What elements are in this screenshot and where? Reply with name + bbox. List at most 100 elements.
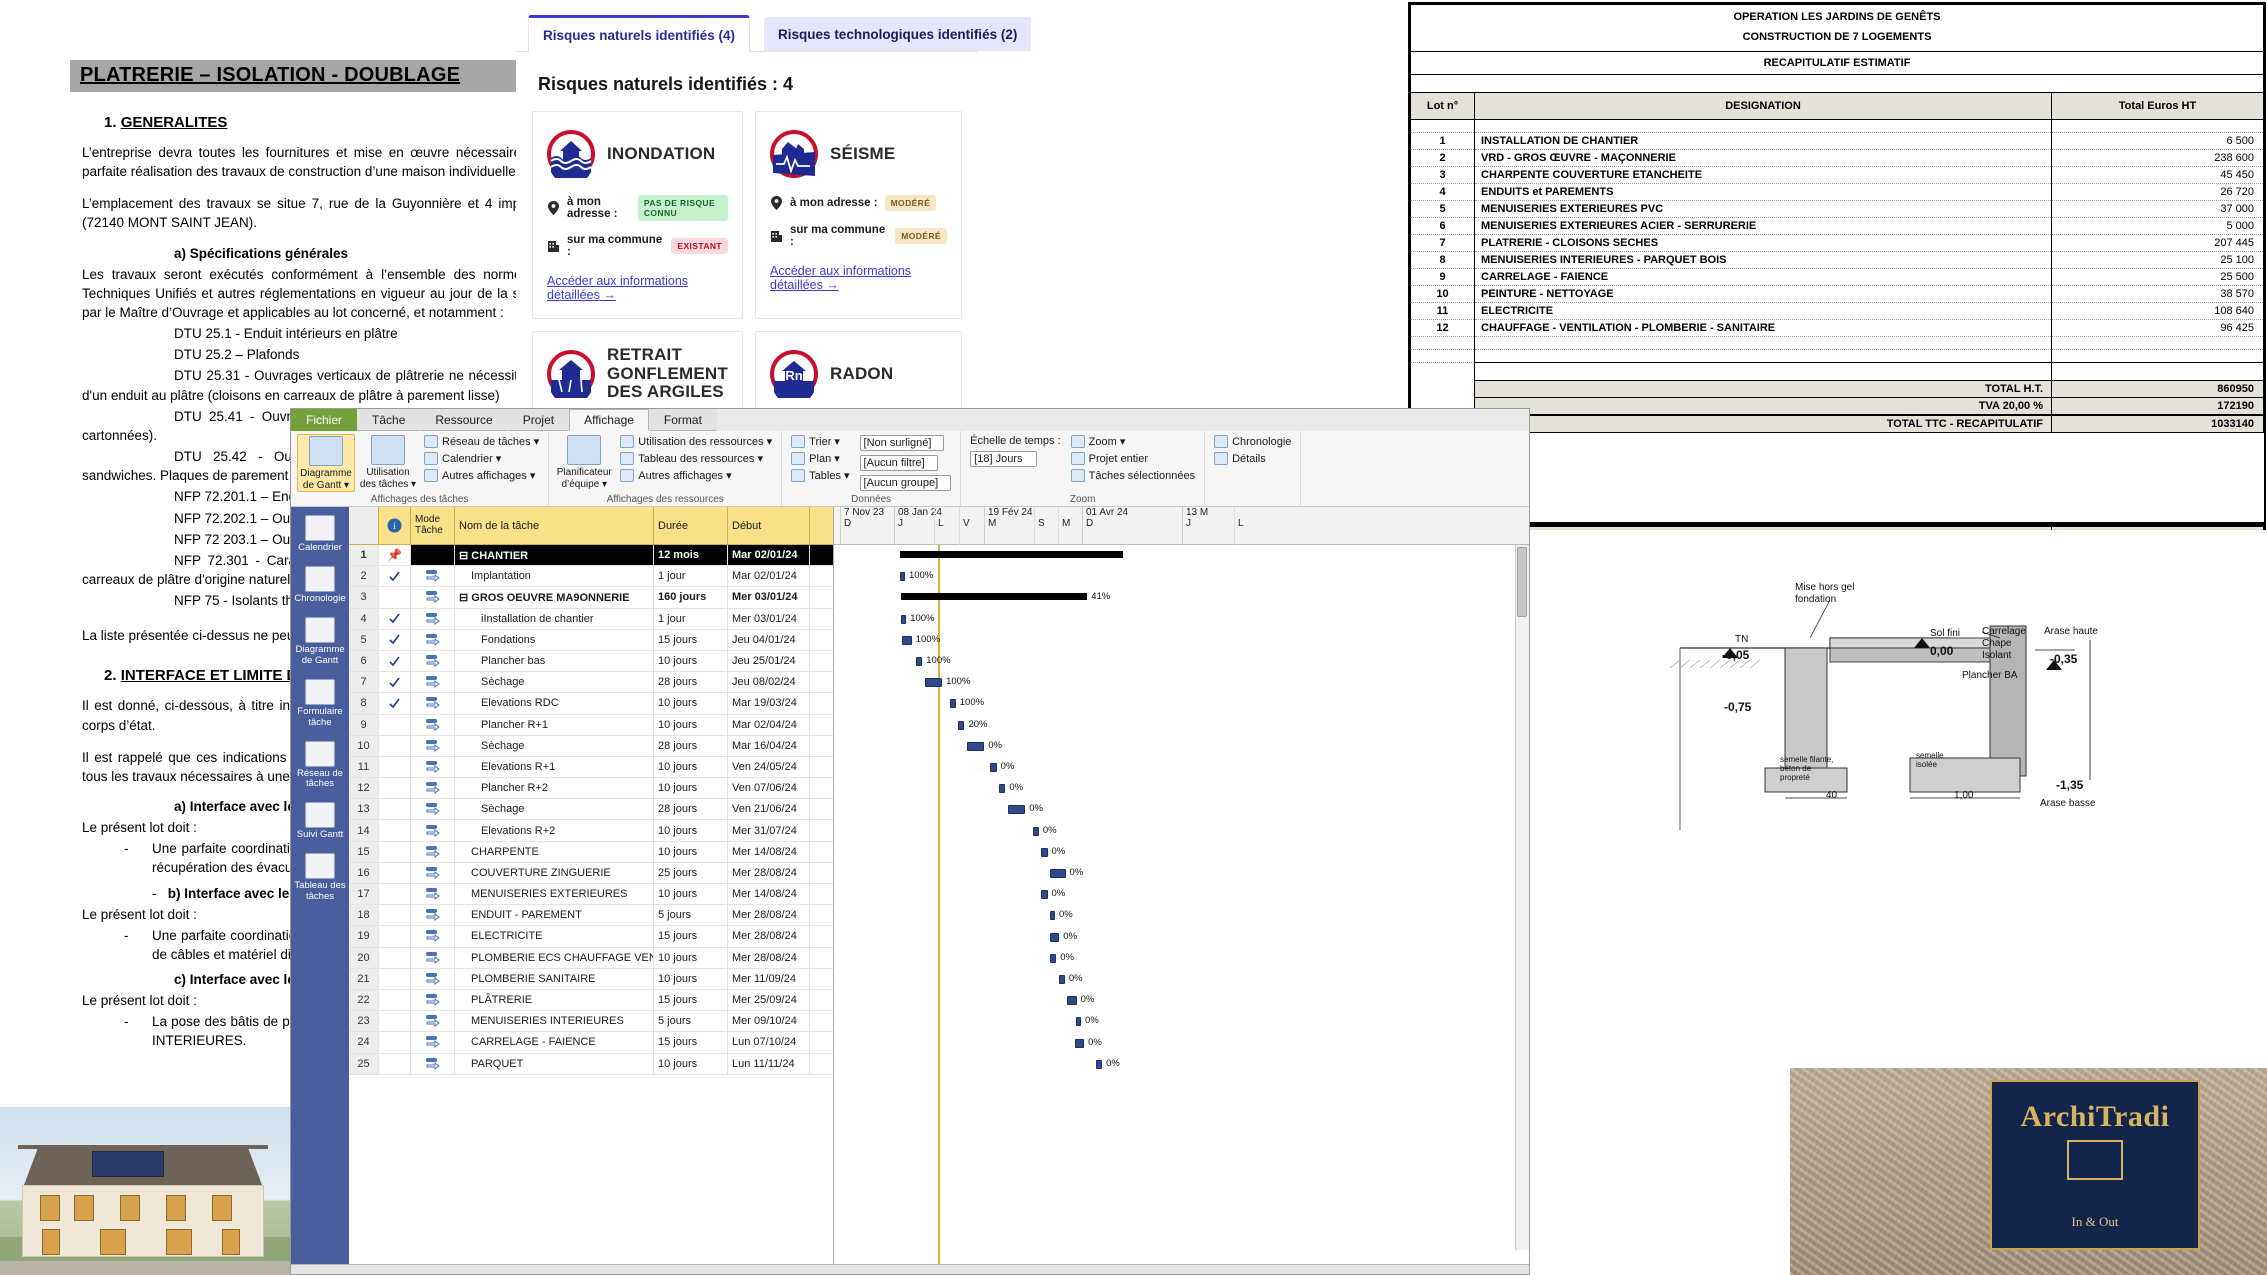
task-row[interactable]: 18 ENDUIT - PAREMENT 5 jours Mer 28/08/24 — [349, 905, 833, 927]
gantt-task-bar[interactable] — [924, 678, 943, 688]
viewbar-item-diagramme-gantt[interactable]: Diagramme de Gantt — [291, 616, 349, 667]
gantt-task-bar[interactable] — [1050, 953, 1057, 963]
task-row[interactable]: 20 PLOMBERIE ECS CHAUFFAGE VENTILATION10 … — [349, 947, 833, 969]
header-nom-tache[interactable]: Nom de la tâche — [455, 507, 654, 544]
menu-utilisation-ressources[interactable]: Utilisation des ressources ▾ — [617, 434, 775, 449]
tab-projet[interactable]: Projet — [507, 409, 570, 431]
gantt-task-bar[interactable] — [916, 657, 923, 666]
task-row[interactable]: 25 PARQUET 10 jours Lun 11/11/24 — [349, 1053, 833, 1075]
task-indicator-cell — [379, 820, 411, 841]
label-arase-haute: Arase haute — [2044, 626, 2098, 637]
viewbar-item-suivi-gantt[interactable]: Suivi Gantt — [291, 802, 349, 841]
gantt-task-bar[interactable] — [1067, 996, 1077, 1006]
tab-tache[interactable]: Tâche — [357, 409, 421, 431]
tab-format[interactable]: Format — [648, 409, 717, 431]
viewbar-item-calendrier[interactable]: Calendrier — [291, 515, 349, 554]
gantt-bars-area[interactable]: 100% 41% 100% 100% 100% 100% 100% 20% 0% 0% 0% 0% 0%… — [834, 545, 1529, 1264]
gantt-task-bar[interactable] — [1058, 975, 1065, 984]
gantt-task-bar[interactable] — [901, 614, 907, 624]
task-row[interactable]: 12 Plancher R+2 10 jours Ven 07/06/24 — [349, 778, 833, 800]
gantt-task-bar[interactable] — [899, 572, 905, 582]
task-row[interactable]: 23 MENUISERIES INTERIEURES 5 jours Mer 09/1… — [349, 1011, 833, 1033]
gantt-summary-bar[interactable] — [901, 593, 1088, 601]
gantt-task-bar[interactable] — [1007, 805, 1026, 815]
task-row[interactable]: 15 CHARPENTE 10 jours Mer 14/08/24 — [349, 841, 833, 863]
gantt-summary-bar[interactable] — [899, 551, 1124, 558]
gantt-task-bar[interactable] — [966, 741, 985, 751]
task-row[interactable]: 1 📌 ⊟ CHANTIER 12 mois Mar 02/01/24 — [349, 545, 833, 567]
task-row[interactable]: 22 PLÂTRERIE 15 jours Mer 25/09/24 — [349, 989, 833, 1012]
estimation-recap-table: OPERATION LES JARDINS DE GENÊTS CONSTRUC… — [1408, 2, 2266, 524]
gantt-chart[interactable]: 7 Nov 23 D 08 Jan 24 J 19 Fév 24 M 01 Avr 2… — [834, 507, 1529, 1264]
tab-risques-naturels[interactable]: Risques naturels identifiés (4) — [528, 15, 751, 52]
task-row[interactable]: 10 Sèchage 28 jours Mar 16/04/24 — [349, 735, 833, 757]
viewbar-item-formulaire-tache[interactable]: Formulaire tâche — [291, 678, 349, 729]
menu-tables[interactable]: Tables ▾ — [788, 468, 852, 483]
menu-autres-affichages-taches[interactable]: Autres affichages ▾ — [421, 468, 542, 483]
gantt-task-bar[interactable] — [1041, 890, 1048, 900]
button-diagramme-de-gantt[interactable]: Diagramme de Gantt ▾ — [297, 434, 355, 492]
select-groupe[interactable]: [Aucun groupe] — [857, 474, 955, 492]
gantt-task-bar[interactable] — [958, 720, 965, 730]
gantt-task-bar[interactable] — [1095, 1059, 1103, 1069]
menu-calendrier[interactable]: Calendrier ▾ — [421, 451, 542, 466]
gantt-task-bar[interactable] — [990, 763, 997, 772]
task-row[interactable]: 16 COUVERTURE ZINGUERIE 25 jours Mer 28/08/… — [349, 862, 833, 884]
task-row[interactable]: 19 ELECTRICITE 15 jours Mer 28/08/24 — [349, 926, 833, 948]
gantt-task-bar[interactable] — [1050, 932, 1060, 942]
select-echelle-de-temps[interactable]: [18] Jours — [967, 450, 1064, 468]
detail-link[interactable]: Accéder aux informations détaillées → — [547, 274, 728, 302]
button-utilisation-des-taches[interactable]: Utilisation des tâches ▾ — [359, 434, 417, 490]
menu-zoom[interactable]: Zoom ▾ — [1068, 434, 1198, 449]
task-row[interactable]: 17 MENUISERIES EXTERIEURES 10 jours Mer 14/… — [349, 884, 833, 906]
task-row[interactable]: 4 iInstallation de chantier 1 jour Mer 03/0… — [349, 608, 833, 630]
menu-autres-affichages-ressources[interactable]: Autres affichages ▾ — [617, 468, 775, 483]
gantt-task-bar[interactable] — [1041, 847, 1048, 857]
task-row[interactable]: 21 PLOMBERIE SANITAIRE 10 jours Mer 11/09/2… — [349, 968, 833, 990]
gantt-task-bar[interactable] — [1076, 1017, 1082, 1027]
gantt-task-bar[interactable] — [1050, 869, 1066, 878]
detail-link[interactable]: Accéder aux informations détaillées → — [770, 264, 947, 292]
tab-ressource[interactable]: Ressource — [420, 409, 508, 431]
gantt-task-bar[interactable] — [1074, 1038, 1085, 1048]
task-row[interactable]: 3 ⊟ GROS OEUVRE MA9ONNERIE 160 jours Mer 03… — [349, 587, 833, 609]
task-row[interactable]: 2 Implantation 1 jour Mar 02/01/24 — [349, 566, 833, 588]
menu-trier[interactable]: Trier ▾ — [788, 434, 852, 449]
risk-card-seisme[interactable]: SÉISME à mon adresse : MODÉRÉ sur ma com… — [755, 111, 962, 319]
task-row[interactable]: 6 Plancher bas 10 jours Jeu 25/01/24 — [349, 650, 833, 673]
task-row[interactable]: 11 Elevations R+1 10 jours Ven 24/05/24 — [349, 756, 833, 779]
task-row[interactable]: 9 Plancher R+1 10 jours Mar 02/04/24 — [349, 714, 833, 736]
task-row[interactable]: 24 CARRELAGE - FAIENCE 15 jours Lun 07/10/2… — [349, 1032, 833, 1054]
gantt-task-bar[interactable] — [949, 699, 956, 709]
task-row[interactable]: 5 Fondations 15 jours Jeu 04/01/24 — [349, 629, 833, 651]
gantt-task-bar[interactable] — [999, 784, 1006, 794]
button-taches-selectionnees[interactable]: Tâches sélectionnées — [1068, 468, 1198, 483]
menu-tableau-ressources[interactable]: Tableau des ressources ▾ — [617, 451, 775, 466]
viewbar-item-chronologie[interactable]: Chronologie — [291, 565, 349, 605]
menu-reseau-de-taches[interactable]: Réseau de tâches ▾ — [421, 434, 542, 449]
button-projet-entier[interactable]: Projet entier — [1068, 451, 1198, 466]
task-row[interactable]: 8 Elevations RDC 10 jours Mar 19/03/24 — [349, 693, 833, 715]
checkbox-chronologie[interactable]: Chronologie — [1211, 434, 1294, 449]
tab-risques-technologiques[interactable]: Risques technologiques identifiés (2) — [764, 17, 1032, 51]
checkbox-details[interactable]: Détails — [1211, 451, 1294, 466]
select-surlignage[interactable]: [Non surligné] — [857, 434, 955, 452]
gantt-task-bar[interactable] — [1032, 826, 1039, 836]
task-row[interactable]: 13 Sèchage 28 jours Ven 21/06/24 — [349, 799, 833, 821]
task-row[interactable]: 7 Sèchage 28 jours Jeu 08/02/24 — [349, 672, 833, 694]
risk-card-inondation[interactable]: INONDATION à mon adresse : PAS DE RISQUE… — [532, 111, 743, 319]
viewbar-item-tableau-taches[interactable]: Tableau des tâches — [291, 853, 349, 903]
menu-plan[interactable]: Plan ▾ — [788, 451, 852, 466]
header-mode-tache[interactable]: Mode Tâche — [411, 507, 455, 544]
tab-fichier[interactable]: Fichier — [291, 409, 358, 431]
tab-affichage[interactable]: Affichage — [569, 409, 649, 431]
gantt-vertical-scrollbar[interactable] — [1515, 545, 1529, 1250]
button-planificateur-equipe[interactable]: Planificateur d’équipe ▾ — [555, 434, 613, 490]
header-duree[interactable]: Durée — [654, 507, 728, 544]
gantt-task-bar[interactable] — [902, 635, 912, 645]
header-debut[interactable]: Début — [728, 507, 810, 544]
viewbar-item-reseau-taches[interactable]: Réseau de tâches — [291, 740, 349, 791]
select-filtre[interactable]: [Aucun filtre] — [857, 454, 955, 472]
gantt-task-bar[interactable] — [1050, 911, 1055, 921]
task-row[interactable]: 14 Elevations R+2 10 jours Mer 31/07/24 — [349, 820, 833, 842]
